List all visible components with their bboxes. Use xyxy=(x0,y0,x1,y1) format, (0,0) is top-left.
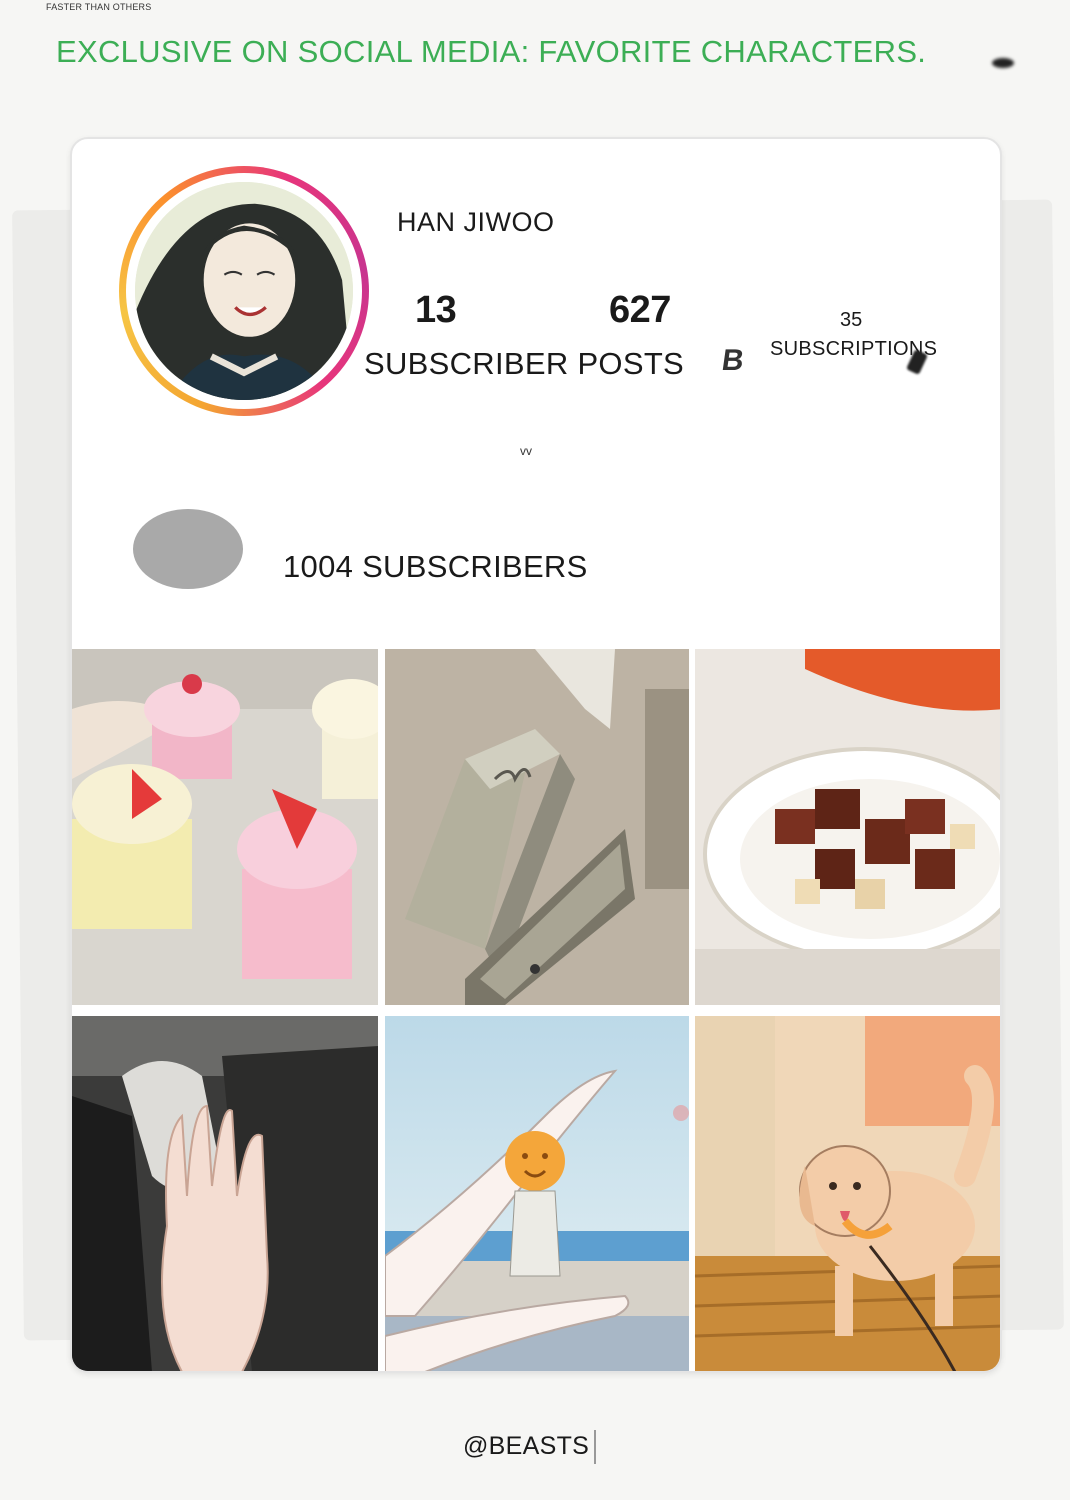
follower-count[interactable]: 1004 SUBSCRIBERS xyxy=(283,549,588,585)
watermark-text: FASTER THAN OTHERS xyxy=(46,2,152,12)
braised-meat-dish-image xyxy=(695,649,1000,1005)
post-tile[interactable] xyxy=(695,1016,1000,1371)
divider xyxy=(594,1430,596,1464)
post-tile[interactable] xyxy=(385,1016,689,1371)
follower-avatar[interactable] xyxy=(133,509,243,589)
posts-count[interactable]: 627 xyxy=(609,289,671,332)
puppy-on-leash-image xyxy=(695,1016,1000,1371)
stats-labels: SUBSCRIBER POSTS xyxy=(364,346,685,381)
cupcakes-image xyxy=(72,649,378,1005)
ink-smudge xyxy=(992,58,1014,68)
subscriber-count[interactable]: 13 xyxy=(415,289,457,332)
post-tile[interactable] xyxy=(72,1016,378,1371)
subscriptions-count[interactable]: 35 xyxy=(840,309,862,332)
username: HAN JIWOO xyxy=(397,207,555,237)
gift-box-image xyxy=(385,649,689,1005)
post-tile[interactable] xyxy=(72,649,378,1005)
profile-card: HAN JIWOO 13 627 SUBSCRIBER POSTS B 35 S… xyxy=(70,137,1002,1373)
headline: EXCLUSIVE ON SOCIAL MEDIA: FAVORITE CHAR… xyxy=(56,34,927,69)
scribble-mark: B xyxy=(719,344,747,377)
profile-avatar[interactable] xyxy=(119,166,369,416)
account-handle[interactable]: @BEASTS xyxy=(463,1432,589,1461)
post-tile[interactable] xyxy=(385,649,689,1005)
hand-on-book-image xyxy=(72,1016,378,1371)
post-grid xyxy=(72,649,1000,1371)
avatar-portrait-icon xyxy=(135,182,353,400)
beach-figure-in-hand-image xyxy=(385,1016,689,1371)
small-text: vv xyxy=(520,444,532,458)
post-tile[interactable] xyxy=(695,649,1000,1005)
